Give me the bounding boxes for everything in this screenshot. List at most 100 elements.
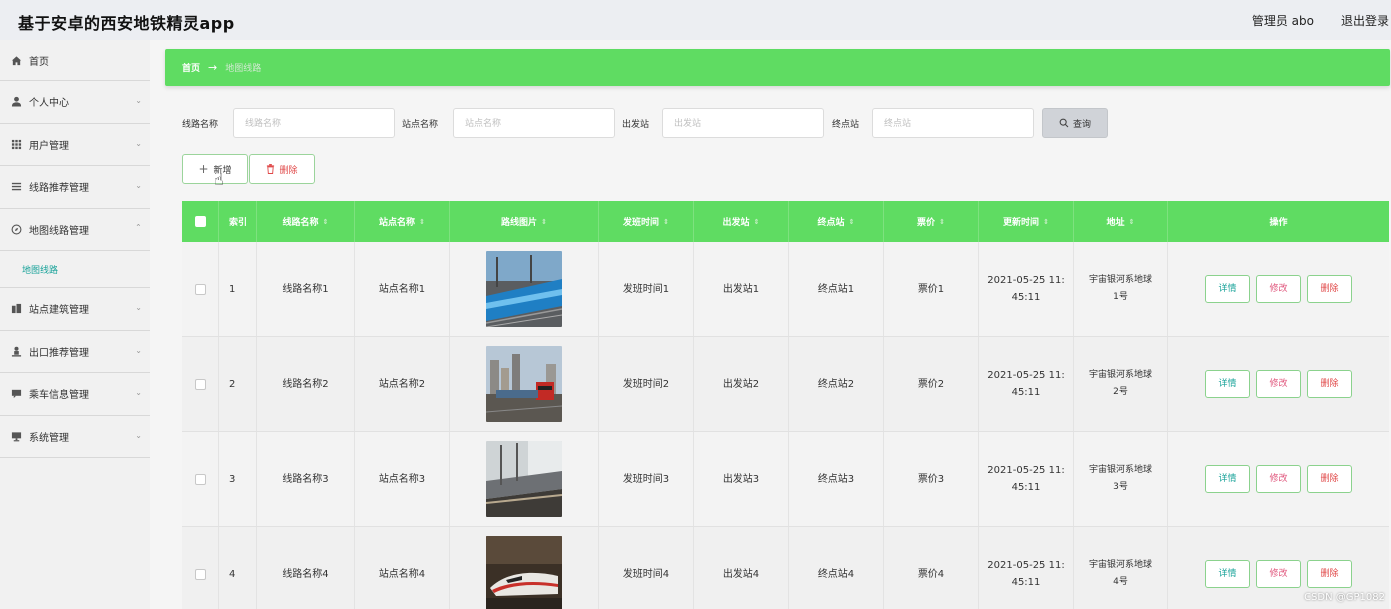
- updated-time-cell: 2021-05-25 11: 45:11: [979, 337, 1074, 431]
- row-select-cell: [182, 432, 219, 526]
- logout-link[interactable]: 退出登录: [1341, 12, 1389, 29]
- sidebar-item-users[interactable]: 用户管理 ⌄: [0, 124, 150, 166]
- column-header[interactable]: 路线图片 ⇕: [450, 201, 599, 242]
- sidebar-item-exit-recommend[interactable]: 出口推荐管理 ⌄: [0, 331, 150, 373]
- column-header[interactable]: 地址 ⇕: [1074, 201, 1168, 242]
- price-cell: 票价3: [884, 432, 979, 526]
- sidebar-subitem-map-route[interactable]: 地图线路: [0, 251, 150, 288]
- sort-icon[interactable]: ⇕: [849, 218, 855, 226]
- start-station-cell: 出发站4: [694, 527, 789, 609]
- address-cell: 宇宙银河系地球 4号: [1074, 527, 1168, 609]
- column-header[interactable]: 更新时间 ⇕: [979, 201, 1074, 242]
- updated-time-cell: 2021-05-25 11: 45:11: [979, 527, 1074, 609]
- breadcrumb: 首页 → 地图线路: [165, 49, 1390, 86]
- user-icon: [10, 96, 22, 108]
- delete-button[interactable]: 删除: [1307, 275, 1352, 303]
- sidebar-item-station-buildings[interactable]: 站点建筑管理 ⌄: [0, 288, 150, 331]
- row-select-cell: [182, 242, 219, 336]
- csdn-watermark: CSDN @GP1082: [1304, 592, 1385, 603]
- compass-icon: [10, 223, 22, 235]
- edit-button[interactable]: 修改: [1256, 370, 1301, 398]
- start-station-input[interactable]: [662, 108, 824, 138]
- station-name-cell: 站点名称2: [355, 337, 450, 431]
- row-checkbox[interactable]: [194, 568, 206, 580]
- row-checkbox[interactable]: [194, 283, 206, 295]
- red-locomotive-city-photo[interactable]: [486, 346, 562, 422]
- detail-button[interactable]: 详情: [1205, 275, 1250, 303]
- train-station-platform-photo[interactable]: [486, 441, 562, 517]
- station-name-input[interactable]: [453, 108, 615, 138]
- end-station-cell: 终点站3: [789, 432, 884, 526]
- sort-icon[interactable]: ⇕: [939, 218, 945, 226]
- route-name-input[interactable]: [233, 108, 395, 138]
- plus-icon: +: [198, 162, 209, 176]
- building-icon: [10, 303, 22, 315]
- detail-button[interactable]: 详情: [1205, 560, 1250, 588]
- column-header[interactable]: 线路名称 ⇕: [257, 201, 355, 242]
- route-image-cell: [450, 432, 599, 526]
- end-station-input[interactable]: [872, 108, 1034, 138]
- column-header[interactable]: 票价 ⇕: [884, 201, 979, 242]
- sidebar-item-label: 系统管理: [29, 432, 69, 444]
- route-name-cell: 线路名称3: [257, 432, 355, 526]
- app-title: 基于安卓的西安地铁精灵app: [18, 14, 235, 33]
- sort-icon[interactable]: ⇕: [1129, 218, 1135, 226]
- column-header[interactable]: 发班时间 ⇕: [599, 201, 694, 242]
- start-station-cell: 出发站1: [694, 242, 789, 336]
- blue-train-photo[interactable]: [486, 251, 562, 327]
- updated-time-line2: 45:11: [1011, 292, 1041, 303]
- hand-cursor-icon: ☝: [214, 170, 224, 189]
- row-checkbox[interactable]: [194, 378, 206, 390]
- delete-button[interactable]: 删除: [1307, 370, 1352, 398]
- data-table: 索引 线路名称 ⇕ 站点名称 ⇕ 路线图片 ⇕ 发班时间 ⇕ 出发站 ⇕ 终点站 ⇕ 票价 ⇕…: [182, 201, 1389, 609]
- high-speed-train-photo[interactable]: [486, 536, 562, 609]
- price-cell: 票价1: [884, 242, 979, 336]
- station-name-cell: 站点名称4: [355, 527, 450, 609]
- sort-icon[interactable]: ⇕: [541, 218, 547, 226]
- column-header[interactable]: 终点站 ⇕: [789, 201, 884, 242]
- chevron-down-icon: ⌄: [135, 388, 142, 397]
- address-cell: 宇宙银河系地球 2号: [1074, 337, 1168, 431]
- updated-time-line1: 2021-05-25 11:: [987, 465, 1065, 476]
- index-cell: 2: [219, 337, 257, 431]
- start-station-label: 出发站: [622, 120, 650, 130]
- detail-button[interactable]: 详情: [1205, 465, 1250, 493]
- edit-button[interactable]: 修改: [1256, 560, 1301, 588]
- breadcrumb-current: 地图线路: [225, 64, 262, 74]
- batch-delete-button[interactable]: 删除: [249, 154, 315, 184]
- select-all-checkbox[interactable]: [194, 216, 206, 227]
- depart-time-cell: 发班时间1: [599, 242, 694, 336]
- search-button[interactable]: 查询: [1042, 108, 1108, 138]
- sidebar-item-ride-info[interactable]: 乘车信息管理 ⌄: [0, 373, 150, 416]
- chevron-down-icon: ⌄: [135, 96, 142, 105]
- column-header[interactable]: 出发站 ⇕: [694, 201, 789, 242]
- top-bar: 基于安卓的西安地铁精灵app 管理员 abo 退出登录: [0, 0, 1391, 40]
- sort-icon[interactable]: ⇕: [663, 218, 669, 226]
- sort-icon[interactable]: ⇕: [754, 218, 760, 226]
- table-row: 2 线路名称2 站点名称2 发班时间2 出发站2 终点站2 票价2 2021-0…: [182, 337, 1389, 432]
- column-header[interactable]: 索引: [219, 201, 257, 242]
- sort-icon[interactable]: ⇕: [419, 218, 425, 226]
- sidebar-item-system[interactable]: 系统管理 ⌄: [0, 416, 150, 458]
- sidebar-item-label: 首页: [29, 56, 49, 68]
- column-header: 操作: [1269, 218, 1288, 228]
- updated-time-cell: 2021-05-25 11: 45:11: [979, 432, 1074, 526]
- sidebar-item-label: 线路推荐管理: [29, 183, 89, 195]
- column-header[interactable]: 站点名称 ⇕: [355, 201, 450, 242]
- home-icon: [10, 54, 22, 66]
- delete-button[interactable]: 删除: [1307, 560, 1352, 588]
- delete-button[interactable]: 删除: [1307, 465, 1352, 493]
- sidebar-item-home[interactable]: 首页: [0, 40, 150, 81]
- edit-button[interactable]: 修改: [1256, 465, 1301, 493]
- chevron-up-icon: ⌄: [135, 221, 142, 231]
- sort-icon[interactable]: ⇕: [323, 218, 329, 226]
- sidebar-item-map-routes[interactable]: 地图线路管理 ⌄: [0, 209, 150, 251]
- sort-icon[interactable]: ⇕: [1043, 218, 1049, 226]
- route-name-label: 线路名称: [182, 120, 219, 130]
- sidebar-item-profile[interactable]: 个人中心 ⌄: [0, 81, 150, 124]
- breadcrumb-home[interactable]: 首页: [182, 61, 200, 74]
- detail-button[interactable]: 详情: [1205, 370, 1250, 398]
- edit-button[interactable]: 修改: [1256, 275, 1301, 303]
- row-checkbox[interactable]: [194, 473, 206, 485]
- sidebar-item-route-recommend[interactable]: 线路推荐管理 ⌄: [0, 166, 150, 209]
